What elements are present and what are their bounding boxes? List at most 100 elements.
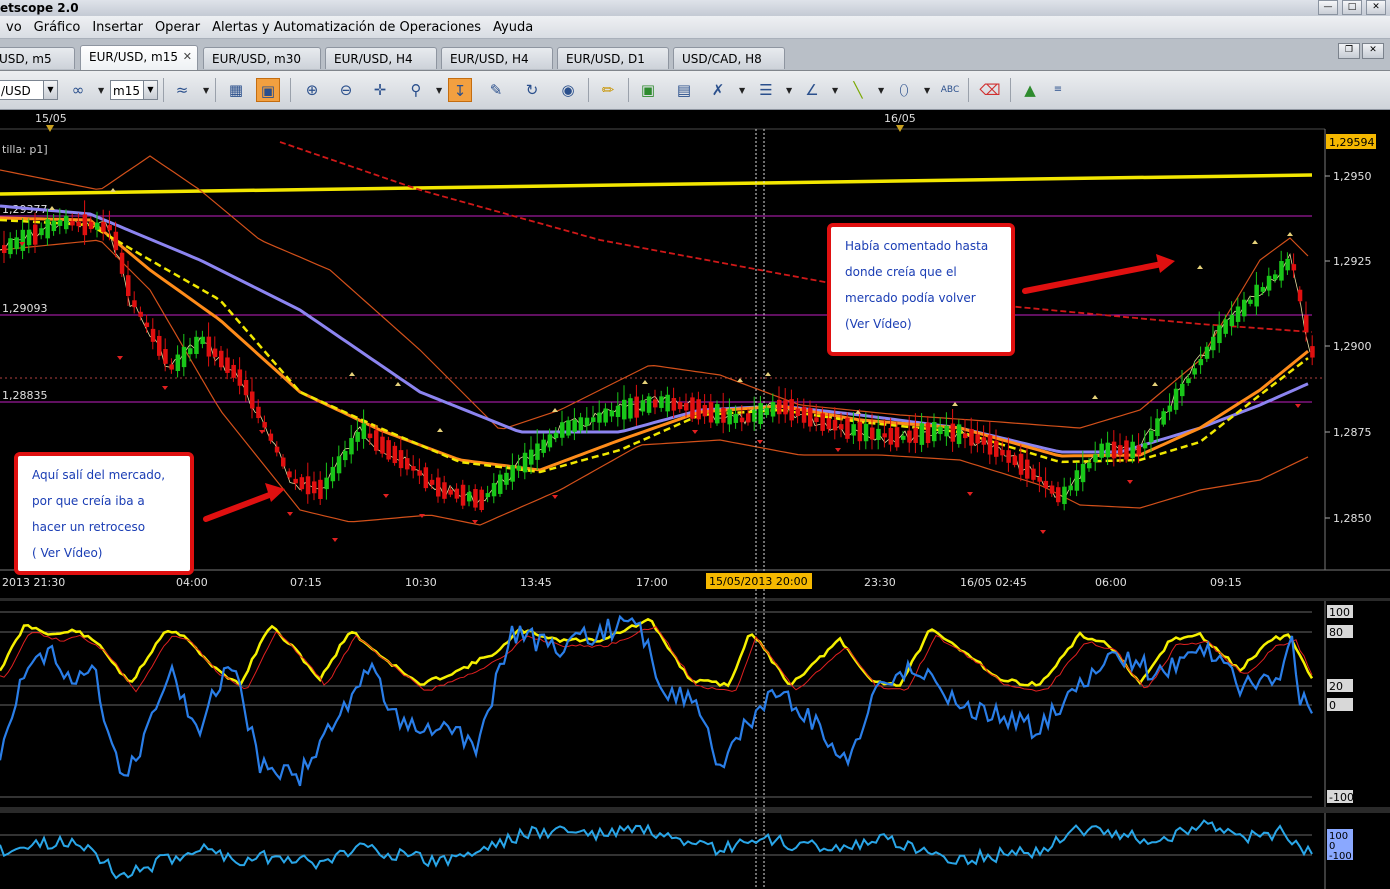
candle-body <box>1260 287 1266 292</box>
candle-body <box>51 220 57 232</box>
tools-icon[interactable]: ✗ <box>706 78 730 102</box>
chevron-down-icon[interactable]: ▼ <box>924 86 930 95</box>
minimize-button[interactable]: — <box>1318 0 1338 15</box>
menu-item-archivo[interactable]: vo <box>0 20 28 35</box>
chevron-down-icon[interactable]: ▼ <box>786 86 792 95</box>
candle-body <box>1006 450 1011 463</box>
tab-eurusd-h4-2[interactable]: EUR/USD, H4 <box>441 47 553 69</box>
candle-body <box>1161 411 1166 425</box>
more-icon[interactable]: ≡ <box>1046 78 1070 102</box>
candle-body <box>1099 443 1104 458</box>
time-tick-label: 06:00 <box>1095 576 1127 589</box>
chevron-down-icon[interactable]: ▼ <box>203 86 209 95</box>
zoom-out-icon[interactable]: ⊖ <box>334 78 358 102</box>
close-button[interactable]: ✕ <box>1366 0 1386 15</box>
candle-body <box>733 413 739 423</box>
zoom-in-icon[interactable]: ⊕ <box>300 78 324 102</box>
time-tick-label: 17:00 <box>636 576 668 589</box>
candle-body <box>454 488 460 499</box>
chevron-down-icon[interactable]: ▼ <box>98 86 104 95</box>
tab-usd-m5[interactable]: USD, m5 <box>0 47 75 69</box>
toolbar-separator <box>968 78 969 102</box>
candle-body <box>1254 284 1259 307</box>
tab-label: EUR/USD, H4 <box>450 52 529 66</box>
candle-body <box>640 400 646 412</box>
ellipse-icon[interactable]: ⬯ <box>892 78 916 102</box>
chart-style-icon[interactable]: ≈ <box>170 78 194 102</box>
candle-body <box>1080 463 1086 483</box>
refresh-icon[interactable]: ↻ <box>520 78 544 102</box>
candle-body <box>1093 454 1098 462</box>
time-tick-label: 2013 21:30 <box>2 576 65 589</box>
tab-eurusd-d1[interactable]: EUR/USD, D1 <box>557 47 669 69</box>
candle-body <box>553 432 559 439</box>
candle-body <box>330 466 336 482</box>
symbol-select[interactable]: /USD ▼ <box>0 80 58 100</box>
candle-body <box>194 336 199 354</box>
tab-eurusd-m30[interactable]: EUR/USD, m30 <box>203 47 321 69</box>
fan-icon[interactable]: ∠ <box>800 78 824 102</box>
menu-item-alertas[interactable]: Alertas y Automatización de Operaciones <box>206 20 487 35</box>
timeframe-select[interactable]: m15 ▼ <box>110 80 158 100</box>
zoom-window-icon[interactable]: ⚲ <box>404 78 428 102</box>
candle-body <box>1136 445 1142 455</box>
candle-body <box>783 400 788 415</box>
crosshair-icon[interactable]: ✛ <box>368 78 392 102</box>
tab-eurusd-m15[interactable]: EUR/USD, m15 ✕ <box>80 45 198 70</box>
indicator-label: tilla: p1] <box>2 143 48 156</box>
candle-body <box>1037 477 1042 482</box>
candle-body <box>2 245 7 254</box>
auto-scroll-icon[interactable]: ↧ <box>448 78 472 102</box>
candle-body <box>256 406 261 419</box>
maximize-button[interactable]: □ <box>1342 0 1362 15</box>
close-chart-button[interactable]: ✕ <box>1362 43 1384 59</box>
eraser-icon[interactable]: ⌫ <box>978 78 1002 102</box>
time-tick-label: 23:30 <box>864 576 896 589</box>
candle-body <box>200 336 205 345</box>
candle-body <box>423 467 429 489</box>
toolbar-separator <box>290 78 291 102</box>
candle-body <box>919 423 925 445</box>
candle-body <box>876 428 881 440</box>
annotation-line: donde creía que el <box>845 265 957 279</box>
chart-tabs: USD, m5 EUR/USD, m15 ✕ EUR/USD, m30 EUR/U… <box>0 39 1390 71</box>
candle-body <box>39 228 44 236</box>
restore-chart-button[interactable]: ❐ <box>1338 43 1360 59</box>
image-icon[interactable]: ▣ <box>636 78 660 102</box>
chart-canvas[interactable]: 15/05 16/05 tilla: p1] 1,293771,290931,2… <box>0 110 1390 889</box>
candle-body <box>535 443 540 460</box>
pen-icon[interactable]: ╲ <box>846 78 870 102</box>
text-icon[interactable]: ABC <box>938 78 962 102</box>
edit-icon[interactable]: ✎ <box>484 78 508 102</box>
chevron-down-icon[interactable]: ▼ <box>739 86 745 95</box>
tab-eurusd-h4[interactable]: EUR/USD, H4 <box>325 47 437 69</box>
menu-item-ayuda[interactable]: Ayuda <box>487 20 539 35</box>
globe-icon[interactable]: ◉ <box>556 78 580 102</box>
link-icon[interactable]: ∞ <box>66 78 90 102</box>
tab-usdcad-h8[interactable]: USD/CAD, H8 <box>673 47 785 69</box>
candle-body <box>1142 443 1148 449</box>
chevron-down-icon[interactable]: ▼ <box>832 86 838 95</box>
menu-item-grafico[interactable]: Gráfico <box>28 20 87 35</box>
candle-body <box>113 231 119 251</box>
chevron-down-icon[interactable]: ▼ <box>436 86 442 95</box>
chevron-down-icon[interactable]: ▼ <box>878 86 884 95</box>
candle-body <box>1223 319 1228 334</box>
candle-body <box>324 477 329 490</box>
chart-area[interactable]: 15/05 16/05 tilla: p1] 1,29377 1,29093 1,2… <box>0 110 1390 889</box>
candle-body <box>1248 299 1253 304</box>
candle-body <box>913 427 918 443</box>
ruler-icon[interactable]: ✏ <box>596 78 620 102</box>
lines-icon[interactable]: ☰ <box>754 78 778 102</box>
menu-item-operar[interactable]: Operar <box>149 20 206 35</box>
candle-body <box>1310 346 1315 358</box>
table-icon[interactable]: ▦ <box>224 78 248 102</box>
candle-body <box>262 422 267 428</box>
tree-icon[interactable]: ▲ <box>1018 78 1042 102</box>
close-tab-icon[interactable]: ✕ <box>183 46 192 68</box>
time-tick-label: 09:15 <box>1210 576 1242 589</box>
layout-icon[interactable]: ▤ <box>672 78 696 102</box>
candle-body <box>950 423 956 442</box>
menu-item-insertar[interactable]: Insertar <box>86 20 149 35</box>
template-icon[interactable]: ▣ <box>256 78 280 102</box>
